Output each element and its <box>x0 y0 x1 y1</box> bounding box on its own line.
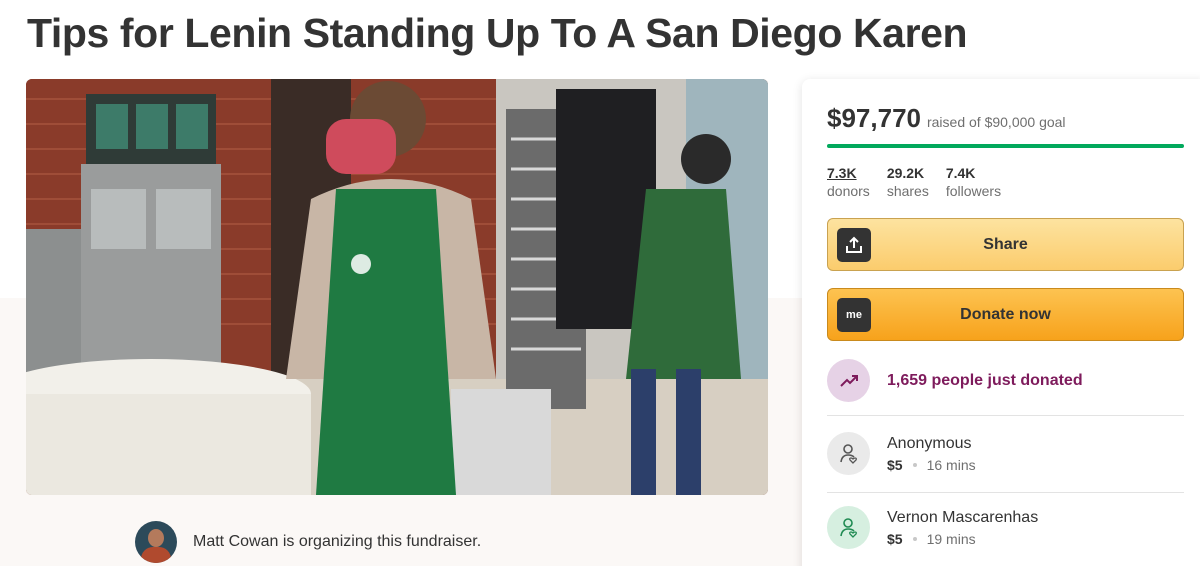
divider <box>827 415 1184 416</box>
raised-amount: $97,770 <box>827 103 921 133</box>
recent-activity-text: 1,659 people just donated <box>887 371 1083 389</box>
donor-row: Anonymous $5 16 mins <box>827 432 976 475</box>
stat-value: 29.2K <box>886 165 925 181</box>
goal-text: raised of $90,000 goal <box>926 114 1066 130</box>
donate-button-label: Donate now <box>960 305 1051 323</box>
divider <box>827 492 1184 493</box>
donor-amount: $5 <box>887 456 903 473</box>
campaign-photo <box>26 79 768 495</box>
separator-dot <box>912 536 917 541</box>
stat-label: followers <box>945 183 1002 199</box>
donation-sidebar-card: $97,770 raised of $90,000 goal 7.3K dono… <box>802 79 1200 566</box>
person-heart-icon <box>827 506 870 549</box>
share-upload-icon <box>837 228 871 262</box>
organizer-row: Matt Cowan is organizing this fundraiser… <box>135 521 481 563</box>
recent-activity[interactable]: 1,659 people just donated <box>827 359 1083 402</box>
stats-row: 7.3K donors 29.2K shares 7.4K followers <box>827 165 1018 199</box>
stat-label: donors <box>827 183 870 199</box>
progress-fill <box>827 144 1184 148</box>
gofundme-logo-icon: me <box>837 298 871 332</box>
donor-row: Vernon Mascarenhas $5 19 mins <box>827 506 1038 549</box>
share-button[interactable]: Share <box>827 218 1184 271</box>
raised-summary: $97,770 raised of $90,000 goal <box>827 103 1066 134</box>
organizer-avatar[interactable] <box>135 521 177 563</box>
donor-name: Vernon Mascarenhas <box>887 508 1039 526</box>
page-title: Tips for Lenin Standing Up To A San Dieg… <box>27 10 968 56</box>
share-button-label: Share <box>983 235 1028 253</box>
stat-value: 7.4K <box>945 165 976 181</box>
trending-up-icon <box>827 359 870 402</box>
stat-followers: 7.4K followers <box>946 165 1001 199</box>
person-heart-icon <box>827 432 870 475</box>
organizer-text: Matt Cowan is organizing this fundraiser… <box>193 533 482 550</box>
stat-shares: 29.2K shares <box>887 165 929 199</box>
separator-dot <box>912 462 917 467</box>
stat-donors[interactable]: 7.3K donors <box>827 165 870 199</box>
donor-name: Anonymous <box>887 434 972 452</box>
stat-value[interactable]: 7.3K <box>827 165 870 181</box>
donor-time: 16 mins <box>926 456 976 473</box>
donor-time: 19 mins <box>926 530 976 547</box>
donor-amount: $5 <box>887 530 903 547</box>
stat-label: shares <box>886 183 929 199</box>
progress-bar <box>827 144 1184 148</box>
donate-now-button[interactable]: me Donate now <box>827 288 1184 341</box>
